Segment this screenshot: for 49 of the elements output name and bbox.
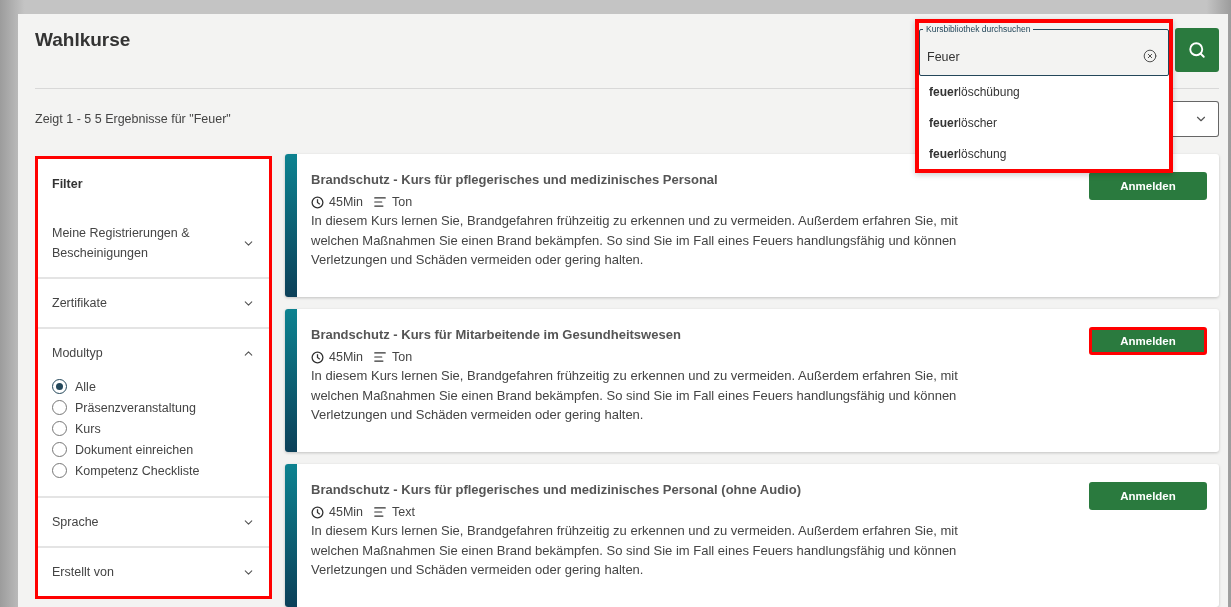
radio-label: Dokument einreichen: [75, 442, 194, 457]
radio-option[interactable]: Kompetenz Checkliste: [52, 463, 255, 478]
course-title: Brandschutz - Kurs für Mitarbeitende im Gesundheitswesen: [311, 327, 682, 342]
search-input[interactable]: Feuer: [927, 47, 1143, 67]
course-format: Text: [392, 505, 415, 519]
course-title: Brandschutz - Kurs für pflegerisches und medizinisches Personal (ohne Audio): [311, 482, 802, 497]
search-button[interactable]: [1175, 28, 1219, 72]
radio-option[interactable]: Dokument einreichen: [52, 442, 255, 457]
course-description: In diesem Kurs lernen Sie, Brandgefahren frühzeitig zu erkennen und zu vermeiden. Außerdem erfahren Sie, mit welchen Maßnahmen Sie einen Brand bekämpfen. So sind Sie im Fall eines Feuers handlungsfähig und können Verletzungen und Schäden vermeiden oder gering halten.: [311, 212, 959, 269]
course-format: Ton: [392, 195, 413, 209]
text-lines-icon: [373, 350, 388, 364]
course-title: Brandschutz - Kurs für pflegerisches und medizinisches Personal: [311, 172, 719, 187]
course-description: In diesem Kurs lernen Sie, Brandgefahren frühzeitig zu erkennen und zu vermeiden. Außerdem erfahren Sie, mit welchen Maßnahmen Sie einen Brand bekämpfen. So sind Sie im Fall eines Feuers handlungsfähig und können Verletzungen und Schäden vermeiden oder gering halten.: [311, 367, 959, 424]
filter-section-header[interactable]: Zertifikate: [52, 279, 255, 327]
enroll-button[interactable]: Anmelden: [1089, 327, 1207, 355]
clock-icon: [311, 195, 324, 209]
course-duration: 45Min: [329, 195, 364, 209]
search-field[interactable]: Kursbibliothek durchsuchen Feuer: [919, 23, 1169, 76]
enroll-button[interactable]: Anmelden: [1089, 172, 1207, 200]
course-duration: 45Min: [329, 350, 364, 364]
suggestion-item[interactable]: feuerlöschübung: [919, 76, 1169, 107]
filter-title: Filter: [51, 176, 84, 193]
search-label: Kursbibliothek durchsuchen: [923, 23, 1034, 35]
suggestion-item[interactable]: feuerlöschung: [919, 138, 1169, 169]
radio-option[interactable]: Präsenzveranstaltung: [52, 400, 255, 415]
search-icon: [1188, 41, 1206, 59]
text-lines-icon: [373, 505, 388, 519]
radio-label: Kurs: [75, 421, 101, 436]
clear-icon: [1143, 49, 1157, 63]
radio-option[interactable]: Kurs: [52, 421, 255, 436]
course-duration: 45Min: [329, 505, 364, 519]
radio-label: Präsenzveranstaltung: [75, 400, 196, 415]
results-summary: Zeigt 1 - 5 5 Ergebnisse für "Feuer": [35, 112, 231, 127]
clear-button[interactable]: [1143, 49, 1157, 63]
course-description: In diesem Kurs lernen Sie, Brandgefahren frühzeitig zu erkennen und zu vermeiden. Außerdem erfahren Sie, mit welchen Maßnahmen Sie einen Brand bekämpfen. So sind Sie im Fall eines Feuers handlungsfähig und können Verletzungen und Schäden vermeiden oder gering halten.: [311, 522, 959, 579]
suggestion-item[interactable]: feuerlöscher: [919, 107, 1169, 138]
clock-icon: [311, 350, 324, 364]
filter-section-header[interactable]: Meine Registrierungen & Bescheinigungen: [52, 209, 255, 277]
filter-section-header[interactable]: Sprache: [52, 498, 255, 546]
filter-section-header[interactable]: Modultyp: [52, 329, 255, 377]
text-lines-icon: [373, 195, 388, 209]
filter-section-header[interactable]: Erstellt von: [52, 548, 255, 596]
course-format: Ton: [392, 350, 413, 364]
radio-option[interactable]: Alle: [52, 379, 255, 394]
enroll-button[interactable]: Anmelden: [1089, 482, 1207, 510]
clock-icon: [311, 505, 324, 519]
radio-label: Kompetenz Checkliste: [75, 463, 200, 478]
radio-label: Alle: [75, 379, 96, 394]
page-title: Wahlkurse: [35, 29, 131, 51]
